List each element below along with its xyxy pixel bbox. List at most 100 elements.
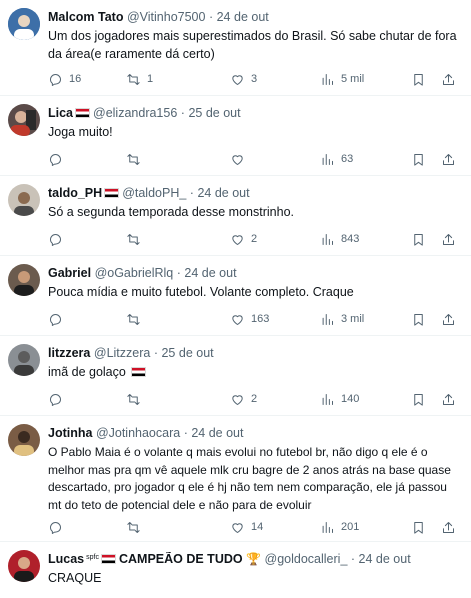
reply-header: litzzera @Litzzera · 25 de out [48, 346, 463, 364]
avatar[interactable] [8, 184, 40, 216]
bookmark-button[interactable] [411, 390, 426, 408]
reply-button[interactable]: 16 [48, 70, 81, 88]
display-name[interactable]: Gabriel [48, 266, 91, 280]
reply-button[interactable] [48, 310, 63, 328]
views-button[interactable]: 140 [320, 390, 359, 408]
action-bar: 2 843 [48, 230, 463, 248]
retweet-button[interactable] [126, 150, 141, 168]
retweet-icon [127, 153, 140, 165]
retweet-button[interactable] [126, 310, 141, 328]
post-date[interactable]: 25 de out [161, 346, 213, 360]
like-count: 3 [251, 73, 258, 85]
reply-header: Jotinha @Jotinhaocara · 24 de out [48, 426, 463, 444]
like-button[interactable]: 163 [230, 310, 269, 328]
reply-item[interactable]: Lica @elizandra156 · 25 de out Joga muito… [0, 96, 471, 176]
avatar[interactable] [8, 550, 40, 582]
like-button[interactable] [230, 150, 245, 168]
reply-item[interactable]: litzzera @Litzzera · 25 de out imã de go… [0, 336, 471, 416]
action-bar: 163 3 mil [48, 310, 463, 328]
bookmark-button[interactable] [411, 230, 426, 248]
action-bar: 63 [48, 150, 463, 168]
heart-icon [232, 154, 243, 165]
views-button[interactable]: 3 mil [320, 310, 364, 328]
reply-button[interactable] [48, 518, 63, 536]
retweet-button[interactable] [126, 230, 141, 248]
name-superscript: spfc [86, 554, 99, 561]
reply-text: Só a segunda temporada desse monstrinho. [48, 205, 294, 219]
retweet-icon [127, 521, 140, 533]
display-name[interactable]: Lucas [48, 552, 84, 566]
reply-text: Pouca mídia e muito futebol. Volante com… [48, 285, 354, 299]
display-name-suffix[interactable]: CAMPEÃO DE TUDO [119, 552, 243, 566]
views-button[interactable]: 201 [320, 518, 359, 536]
share-button[interactable] [441, 230, 456, 248]
display-name[interactable]: Lica [48, 106, 73, 120]
user-handle[interactable]: @elizandra156 [93, 106, 177, 120]
bookmark-icon [414, 73, 423, 86]
avatar[interactable] [8, 264, 40, 296]
views-chart-icon [322, 153, 333, 165]
post-date[interactable]: 24 de out [191, 426, 243, 440]
user-handle[interactable]: @Jotinhaocara [96, 426, 180, 440]
share-button[interactable] [441, 518, 456, 536]
reply-item[interactable]: taldo_PH @taldoPH_ · 24 de out Só a segun… [0, 176, 471, 256]
reply-button[interactable] [48, 150, 63, 168]
heart-icon [232, 394, 243, 405]
reply-item[interactable]: Gabriel @oGabrielRlq · 24 de out Pouca m… [0, 256, 471, 336]
post-date[interactable]: 24 de out [359, 552, 411, 566]
reply-header: Malcom Tato @Vitinho7500 · 24 de out [48, 10, 463, 28]
post-date[interactable]: 24 de out [217, 10, 269, 24]
views-chart-icon [322, 313, 333, 325]
retweet-button[interactable] [126, 518, 141, 536]
share-button[interactable] [441, 310, 456, 328]
avatar[interactable] [8, 344, 40, 376]
user-handle[interactable]: @Litzzera [94, 346, 150, 360]
user-handle[interactable]: @oGabrielRlq [95, 266, 174, 280]
views-chart-icon [322, 73, 333, 85]
views-button[interactable]: 63 [320, 150, 353, 168]
share-button[interactable] [441, 150, 456, 168]
display-name[interactable]: Malcom Tato [48, 10, 123, 24]
bookmark-button[interactable] [411, 518, 426, 536]
post-date[interactable]: 25 de out [188, 106, 240, 120]
like-button[interactable]: 2 [230, 390, 257, 408]
separator-dot: · [176, 266, 181, 280]
display-name[interactable]: Jotinha [48, 426, 92, 440]
reply-item[interactable]: Jotinha @Jotinhaocara · 24 de out O Pabl… [0, 416, 471, 542]
avatar[interactable] [8, 424, 40, 456]
user-handle[interactable]: @Vitinho7500 [127, 10, 206, 24]
views-button[interactable]: 843 [320, 230, 359, 248]
retweet-count: 1 [147, 73, 154, 85]
retweet-button[interactable]: 1 [126, 70, 153, 88]
user-handle[interactable]: @taldoPH_ [122, 186, 186, 200]
reply-item[interactable]: Malcom Tato @Vitinho7500 · 24 de out Um … [0, 0, 471, 96]
reply-button[interactable] [48, 230, 63, 248]
bookmark-icon [414, 233, 423, 246]
display-name[interactable]: taldo_PH [48, 186, 102, 200]
user-handle[interactable]: @goldocalleri_ [265, 552, 348, 566]
like-button[interactable]: 2 [230, 230, 257, 248]
reply-text: CRAQUE [48, 571, 102, 585]
post-date[interactable]: 24 de out [184, 266, 236, 280]
like-count: 2 [251, 233, 258, 245]
reply-icon [50, 153, 61, 166]
like-button[interactable]: 14 [230, 518, 263, 536]
like-button[interactable]: 3 [230, 70, 257, 88]
share-button[interactable] [441, 390, 456, 408]
reply-item[interactable]: Lucas spfc CAMPEÃO DE TUDO 🏆 @goldocalleri… [0, 542, 471, 598]
retweet-button[interactable] [126, 390, 141, 408]
bookmark-button[interactable] [411, 70, 426, 88]
reply-button[interactable] [48, 390, 63, 408]
action-bar: 2 140 [48, 390, 463, 408]
bookmark-button[interactable] [411, 150, 426, 168]
share-icon [443, 393, 454, 405]
reply-icon [50, 521, 61, 534]
avatar[interactable] [8, 8, 40, 40]
views-button[interactable]: 5 mil [320, 70, 364, 88]
post-date[interactable]: 24 de out [197, 186, 249, 200]
views-chart-icon [322, 393, 333, 405]
bookmark-button[interactable] [411, 310, 426, 328]
avatar[interactable] [8, 104, 40, 136]
share-button[interactable] [441, 70, 456, 88]
display-name[interactable]: litzzera [48, 346, 90, 360]
